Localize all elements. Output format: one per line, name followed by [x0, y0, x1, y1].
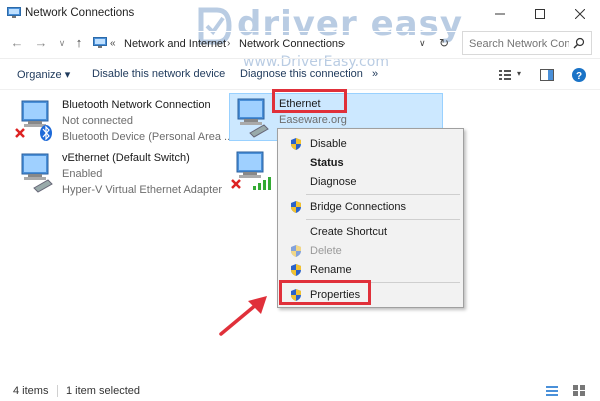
address-box[interactable]: « Network and Internet › Network Connect…	[88, 31, 458, 55]
status-divider	[57, 385, 58, 397]
connection-status: Enabled	[62, 168, 103, 180]
refresh-icon[interactable]: ↻	[439, 36, 449, 50]
close-button[interactable]	[560, 0, 600, 28]
diagnose-connection-button[interactable]: Diagnose this connection	[240, 68, 363, 80]
breadcrumb-network-and-internet[interactable]: Network and Internet	[124, 38, 226, 50]
minimize-button[interactable]	[480, 0, 520, 28]
minimize-icon	[495, 13, 505, 15]
uac-shield-icon	[291, 201, 301, 213]
bluetooth-network-icon	[15, 100, 52, 141]
connection-status: Not connected	[62, 115, 133, 127]
help-icon[interactable]: ?	[571, 67, 587, 83]
menu-item-label: Rename	[310, 264, 352, 276]
back-arrow-icon[interactable]: ←	[10, 36, 24, 50]
chevron-right-icon[interactable]: ›	[227, 38, 230, 49]
menu-separator	[306, 194, 460, 195]
menu-item-label: Disable	[310, 138, 347, 150]
menu-item-rename[interactable]: Rename	[280, 260, 461, 280]
chevron-right-icon[interactable]: ›	[342, 38, 345, 49]
organize-button[interactable]: Organize ▾	[17, 68, 70, 81]
connection-device: Bluetooth Device (Personal Area ...	[62, 131, 234, 143]
menu-item-label: Status	[310, 157, 344, 169]
uac-shield-icon	[291, 245, 301, 257]
connection-name: Bluetooth Network Connection	[62, 99, 211, 111]
vethernet-icon	[21, 153, 53, 193]
maximize-button[interactable]	[520, 0, 560, 28]
up-arrow-icon[interactable]: ↑	[72, 36, 86, 50]
preview-pane-icon[interactable]	[540, 67, 554, 83]
wifi-adapter-icon	[231, 151, 271, 190]
annotation-arrow-icon	[219, 296, 267, 336]
change-view-icon[interactable]	[498, 67, 512, 83]
recent-dropdown-icon[interactable]: ∨	[55, 36, 69, 50]
uac-shield-icon	[291, 264, 301, 276]
connection-name: vEthernet (Default Switch)	[62, 152, 190, 164]
uac-shield-icon	[291, 138, 301, 150]
menu-item-bridge-connections[interactable]: Bridge Connections	[280, 197, 461, 217]
connection-item-wifi[interactable]	[229, 146, 279, 196]
search-box[interactable]	[462, 31, 592, 55]
connection-item-vethernet[interactable]: vEthernet (Default Switch) Enabled Hyper…	[14, 148, 229, 198]
connection-status: Easeware.org	[279, 114, 347, 126]
menu-item-diagnose[interactable]: Diagnose	[280, 172, 461, 192]
ethernet-highlight	[272, 89, 347, 113]
svg-text:?: ?	[576, 71, 582, 82]
menu-item-label: Bridge Connections	[310, 201, 407, 213]
menu-separator	[306, 219, 460, 220]
search-icon	[573, 37, 585, 49]
menu-item-status[interactable]: Status	[280, 153, 461, 173]
more-commands-button[interactable]: »	[372, 68, 378, 80]
connection-device: Hyper-V Virtual Ethernet Adapter	[62, 184, 222, 196]
view-dropdown-icon[interactable]: ▾	[517, 69, 521, 78]
ethernet-icon	[237, 98, 269, 138]
crumb-overflow[interactable]: «	[110, 38, 116, 49]
close-icon	[575, 9, 585, 19]
address-dropdown-icon[interactable]: ∨	[419, 38, 426, 49]
status-bar: 4 items 1 item selected	[0, 380, 600, 401]
item-count: 4 items	[13, 385, 49, 397]
large-icons-view-icon[interactable]	[572, 384, 586, 397]
breadcrumb-network-connections[interactable]: Network Connections	[239, 38, 344, 50]
menu-item-label: Delete	[310, 245, 342, 257]
selected-count: 1 item selected	[66, 385, 140, 397]
menu-item-label: Diagnose	[310, 176, 357, 188]
menu-item-disable[interactable]: Disable	[280, 134, 461, 154]
maximize-icon	[535, 9, 545, 19]
menu-item-label: Create Shortcut	[310, 226, 388, 238]
properties-highlight	[279, 280, 371, 305]
search-input[interactable]	[469, 36, 569, 52]
command-bar: Organize ▾ Disable this network device D…	[0, 58, 600, 90]
connection-item-bluetooth[interactable]: Bluetooth Network Connection Not connect…	[14, 95, 233, 145]
title-bar: Network Connections	[0, 0, 600, 28]
menu-item-create-shortcut[interactable]: Create Shortcut	[280, 222, 461, 242]
details-view-icon[interactable]	[545, 384, 559, 397]
network-connections-icon	[7, 7, 21, 18]
address-bar: ← → ∨ ↑ « Network and Internet › Network…	[0, 28, 600, 58]
forward-arrow-icon[interactable]: →	[34, 36, 48, 50]
disable-device-button[interactable]: Disable this network device	[92, 68, 225, 80]
control-panel-icon	[93, 37, 107, 48]
menu-item-delete: Delete	[280, 241, 461, 261]
window-title: Network Connections	[25, 7, 135, 19]
